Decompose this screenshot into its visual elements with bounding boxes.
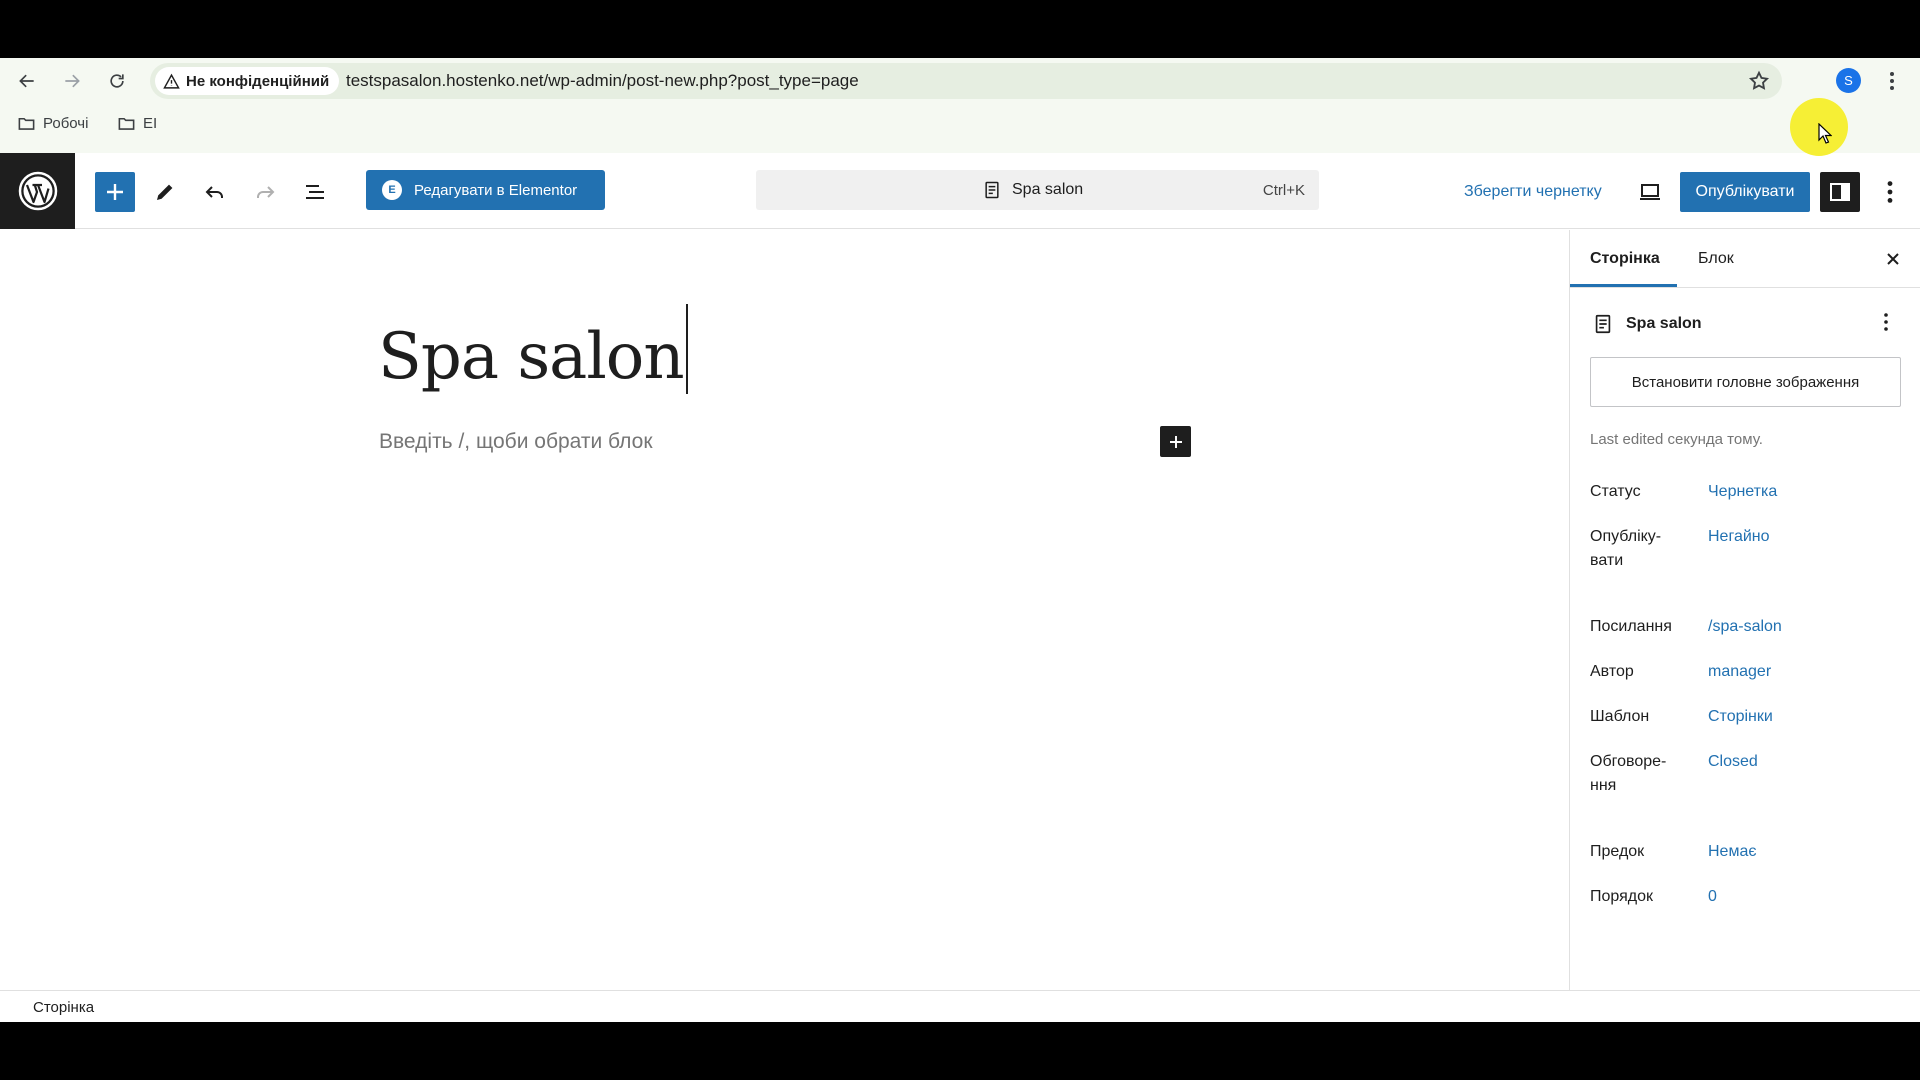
wordpress-logo-button[interactable]: [0, 153, 75, 229]
set-featured-image-button[interactable]: Встановити головне зображення: [1590, 357, 1901, 407]
elementor-button-label: Редагувати в Elementor: [414, 181, 578, 199]
meta-label: Шаблон: [1590, 708, 1650, 725]
plus-icon: [107, 184, 123, 200]
meta-label: Порядок: [1590, 888, 1654, 905]
inline-block-inserter[interactable]: [1160, 426, 1191, 457]
sidebar-icon: [1830, 183, 1850, 201]
save-draft-button[interactable]: Зберегти чернетку: [1464, 183, 1602, 201]
plus-icon: [1169, 435, 1182, 448]
bookmark-label: Робочі: [43, 115, 89, 132]
settings-sidebar-toggle[interactable]: [1820, 172, 1860, 212]
meta-value-link[interactable]: /spa-salon: [1708, 615, 1782, 639]
document-overview-button[interactable]: [295, 172, 335, 212]
profile-avatar[interactable]: S: [1836, 68, 1861, 93]
meta-value-status[interactable]: Чернетка: [1708, 480, 1777, 504]
bookmark-folder[interactable]: Робочі: [17, 114, 88, 133]
meta-label: Обговоре-ння: [1590, 753, 1667, 794]
edit-with-elementor-button[interactable]: E Редагувати в Elementor: [366, 170, 605, 210]
post-title-field[interactable]: Spa salon: [378, 304, 688, 394]
active-tab-indicator: [1570, 284, 1677, 287]
editor-toolbar: E Редагувати в Elementor Spa salon Ctrl+…: [0, 153, 1920, 229]
folder-icon: [118, 117, 135, 130]
bookmark-folder[interactable]: EI: [117, 114, 157, 133]
page-icon: [1595, 314, 1611, 334]
redo-button[interactable]: [245, 172, 285, 212]
document-card-title: Spa salon: [1592, 313, 1702, 335]
document-actions-button[interactable]: [1883, 312, 1889, 337]
elementor-icon: E: [382, 180, 402, 200]
default-block-placeholder[interactable]: Введіть /, щоби обрати блок: [379, 430, 653, 454]
command-bar-doc-title: Spa salon: [1012, 181, 1084, 198]
forward-button[interactable]: [55, 68, 89, 94]
close-sidebar-button[interactable]: [1880, 246, 1906, 272]
mouse-cursor-icon: [1818, 123, 1832, 144]
meta-value-parent[interactable]: Немає: [1708, 840, 1757, 864]
editor-footer: Сторінка: [0, 990, 1920, 1022]
pencil-icon: [157, 184, 173, 200]
bookmark-label: EI: [143, 115, 158, 132]
command-bar-title: Spa salon: [982, 180, 1083, 200]
redo-icon: [257, 186, 275, 198]
last-edited-text: Last edited секунда тому.: [1590, 431, 1763, 448]
meta-value-discussion[interactable]: Closed: [1708, 750, 1758, 774]
block-breadcrumb[interactable]: Сторінка: [33, 999, 94, 1016]
meta-value-author[interactable]: manager: [1708, 660, 1771, 684]
tools-button[interactable]: [145, 172, 185, 212]
command-palette-bar[interactable]: Spa salon Ctrl+K: [756, 170, 1319, 210]
meta-label: Предок: [1590, 843, 1645, 860]
reload-icon: [110, 74, 124, 88]
bookmarks-bar: Робочі EI: [0, 108, 1920, 138]
folder-icon: [18, 117, 35, 130]
command-shortcut: Ctrl+K: [1262, 182, 1305, 199]
warning-icon: [163, 73, 180, 89]
arrow-right-icon: [65, 74, 80, 88]
close-icon: [1887, 253, 1899, 265]
block-inserter-button[interactable]: [95, 172, 135, 212]
meta-value-template[interactable]: Сторінки: [1708, 705, 1773, 729]
meta-label: Статус: [1590, 483, 1641, 500]
back-button[interactable]: [10, 68, 44, 94]
url-text[interactable]: testspasalon.hostenko.net/wp-admin/post-…: [346, 71, 859, 91]
security-label: Не конфіденційний: [186, 72, 330, 90]
browser-navbar: Не конфіденційний testspasalon.hostenko.…: [0, 58, 1920, 104]
publish-button[interactable]: Опублікувати: [1680, 172, 1810, 212]
meta-label: Посилання: [1590, 618, 1672, 635]
more-vertical-icon: [1884, 313, 1888, 331]
tab-page[interactable]: Сторінка: [1590, 250, 1660, 268]
undo-icon: [205, 186, 223, 198]
post-title-text: Spa salon: [378, 320, 685, 394]
browser-chrome: Не конфіденційний testspasalon.hostenko.…: [0, 58, 1920, 153]
arrow-left-icon: [19, 74, 34, 88]
laptop-icon: [1640, 184, 1660, 200]
wordpress-icon: [18, 171, 57, 211]
wp-editor: E Редагувати в Elementor Spa salon Ctrl+…: [0, 153, 1920, 1022]
text-caret: [685, 304, 688, 394]
preview-button[interactable]: [1630, 172, 1670, 212]
document-title: Spa salon: [1626, 315, 1702, 332]
reload-button[interactable]: [100, 68, 134, 94]
meta-label: Опубліку-вати: [1590, 528, 1662, 569]
settings-sidebar: Сторінка Блок Spa salon Встановити голов…: [1569, 230, 1920, 990]
page-icon: [985, 181, 999, 199]
bookmark-star-icon[interactable]: [1748, 70, 1770, 92]
security-chip[interactable]: Не конфіденційний: [155, 67, 340, 95]
meta-value-publish[interactable]: Негайно: [1708, 525, 1770, 549]
browser-menu-button[interactable]: [1882, 68, 1902, 94]
tab-block[interactable]: Блок: [1698, 250, 1734, 268]
meta-label: Автор: [1590, 663, 1634, 680]
more-vertical-icon: [1890, 72, 1894, 90]
undo-button[interactable]: [195, 172, 235, 212]
sidebar-tabs: Сторінка Блок: [1570, 230, 1920, 288]
editor-canvas: Spa salon Введіть /, щоби обрати блок: [0, 230, 1569, 990]
more-vertical-icon: [1887, 181, 1893, 203]
meta-value-order[interactable]: 0: [1708, 885, 1717, 909]
screen: Не конфіденційний testspasalon.hostenko.…: [0, 0, 1920, 1080]
list-view-icon: [306, 185, 324, 199]
options-menu-button[interactable]: [1870, 172, 1910, 212]
address-bar[interactable]: Не конфіденційний testspasalon.hostenko.…: [150, 63, 1782, 99]
